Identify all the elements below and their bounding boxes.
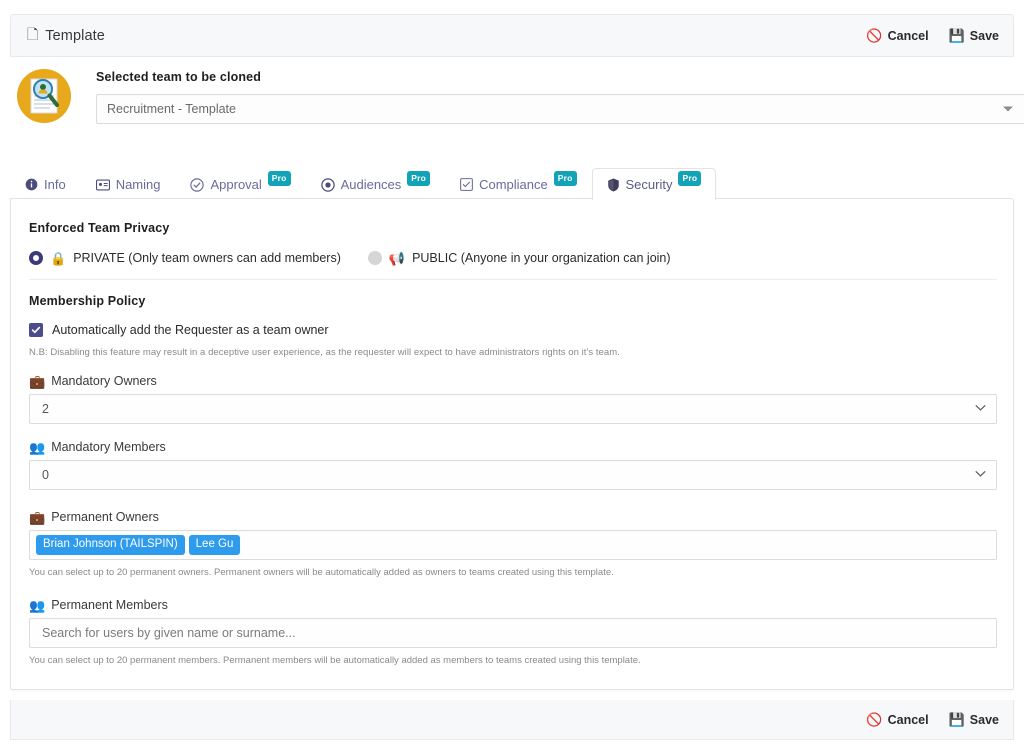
- target-icon: [320, 177, 335, 192]
- mandatory-members-label: Mandatory Members: [51, 440, 166, 454]
- radio-private[interactable]: [29, 251, 43, 265]
- shield-icon: [607, 178, 620, 192]
- tab-security-label: Security: [625, 177, 673, 192]
- permanent-members-placeholder: Search for users by given name or surnam…: [42, 626, 296, 640]
- footer-cancel-label: Cancel: [887, 712, 929, 727]
- team-select-group: Selected team to be cloned Recruitment -…: [96, 60, 1024, 124]
- page-title: Template: [45, 27, 105, 44]
- membership-policy-note: N.B: Disabling this feature may result i…: [29, 347, 620, 358]
- tab-security[interactable]: Security Pro: [591, 168, 717, 200]
- tab-info-label: Info: [44, 177, 66, 192]
- privacy-option-public-label: PUBLIC (Anyone in your organization can …: [412, 251, 671, 265]
- mandatory-members-label-row: 👥 Mandatory Members: [29, 440, 995, 454]
- floppy-disk-icon: 💾: [948, 28, 965, 43]
- auto-add-requester-label: Automatically add the Requester as a tea…: [52, 323, 329, 337]
- no-entry-icon: 🚫: [866, 712, 883, 727]
- permanent-members-label: Permanent Members: [51, 598, 168, 612]
- privacy-radio-group: 🔒 PRIVATE (Only team owners can add memb…: [29, 251, 995, 265]
- pro-badge: Pro: [407, 171, 431, 186]
- tab-approval-label: Approval: [210, 177, 262, 192]
- id-card-icon: [95, 179, 110, 191]
- permanent-members-hint: You can select up to 20 permanent member…: [29, 655, 641, 666]
- privacy-option-private[interactable]: 🔒 PRIVATE (Only team owners can add memb…: [29, 251, 341, 265]
- cancel-button-label: Cancel: [887, 28, 929, 43]
- mandatory-owners-select[interactable]: 2: [29, 394, 997, 424]
- membership-policy-title: Membership Policy: [29, 294, 146, 308]
- tab-audiences[interactable]: Audiences Pro: [306, 168, 446, 200]
- tab-bar: Info Naming Approval Pro Audiences Pro C…: [10, 166, 1014, 200]
- people-icon: 👥: [29, 597, 46, 613]
- top-toolbar: 🗋 Template 🚫 Cancel 💾 Save: [10, 14, 1014, 57]
- footer-bar: 🚫 Cancel 💾 Save: [10, 700, 1014, 740]
- toolbar-title-group: 🗋 Template: [27, 24, 105, 48]
- toolbar-actions: 🚫 Cancel 💾 Save: [866, 29, 999, 43]
- mandatory-members-select[interactable]: 0: [29, 460, 997, 490]
- tab-naming-label: Naming: [115, 177, 161, 192]
- businessperson-icon: 💼: [29, 509, 46, 525]
- tab-compliance[interactable]: Compliance Pro: [445, 168, 591, 200]
- footer-save-label: Save: [969, 712, 999, 727]
- pro-badge: Pro: [678, 171, 702, 186]
- chevron-down-icon: [975, 404, 986, 415]
- cancel-button[interactable]: 🚫 Cancel: [866, 29, 928, 43]
- mandatory-owners-label-row: 💼 Mandatory Owners: [29, 374, 995, 388]
- info-circle-icon: [25, 178, 38, 191]
- lock-icon: 🔒: [50, 250, 67, 266]
- save-button[interactable]: 💾 Save: [949, 29, 999, 43]
- caret-down-icon: [1003, 106, 1013, 112]
- floppy-disk-icon: 💾: [948, 712, 965, 727]
- tab-info[interactable]: Info: [10, 168, 81, 200]
- megaphone-icon: 📢: [388, 250, 406, 266]
- permanent-members-label-row: 👥 Permanent Members: [29, 598, 995, 612]
- tab-audiences-label: Audiences: [340, 177, 402, 192]
- permanent-members-input-wrap[interactable]: Search for users by given name or surnam…: [29, 618, 997, 648]
- privacy-option-public[interactable]: 📢 PUBLIC (Anyone in your organization ca…: [367, 250, 671, 266]
- mandatory-owners-value: 2: [42, 402, 49, 416]
- radio-public[interactable]: [367, 251, 382, 265]
- tab-naming[interactable]: Naming: [81, 168, 176, 200]
- tab-compliance-label: Compliance: [479, 177, 548, 192]
- permanent-owners-hint: You can select up to 20 permanent owners…: [29, 567, 614, 578]
- selected-team-value: Recruitment - Template: [107, 102, 236, 116]
- document-magnifier-logo: [12, 64, 76, 128]
- people-icon: 👥: [29, 439, 46, 455]
- checkbox-icon: [460, 178, 473, 191]
- auto-add-requester-checkbox-row[interactable]: Automatically add the Requester as a tea…: [29, 323, 995, 337]
- divider: [29, 279, 997, 280]
- permanent-owners-label-row: 💼 Permanent Owners: [29, 510, 995, 524]
- pro-badge: Pro: [267, 171, 291, 186]
- chevron-down-icon: [975, 470, 986, 481]
- check-circle-icon: [190, 177, 205, 192]
- copy-icon: 🗋: [27, 25, 39, 42]
- pro-badge: Pro: [553, 171, 577, 186]
- tab-approval[interactable]: Approval Pro: [175, 168, 305, 200]
- enforced-team-privacy-title: Enforced Team Privacy: [29, 221, 170, 235]
- permanent-owner-tag[interactable]: Brian Johnson (TAILSPIN): [36, 535, 185, 555]
- save-button-label: Save: [969, 28, 999, 43]
- auto-add-requester-checkbox[interactable]: [29, 323, 43, 337]
- template-header: Selected team to be cloned Recruitment -…: [10, 60, 1024, 138]
- selected-team-dropdown[interactable]: Recruitment - Template: [96, 94, 1024, 124]
- selected-team-label: Selected team to be cloned: [96, 70, 262, 84]
- permanent-owners-input[interactable]: Brian Johnson (TAILSPIN) Lee Gu: [29, 530, 997, 560]
- mandatory-members-value: 0: [42, 468, 49, 482]
- mandatory-owners-label: Mandatory Owners: [51, 374, 157, 388]
- permanent-owners-label: Permanent Owners: [51, 510, 159, 524]
- permanent-owner-tag[interactable]: Lee Gu: [188, 535, 241, 555]
- businessperson-icon: 💼: [29, 373, 46, 389]
- no-entry-icon: 🚫: [866, 28, 883, 43]
- privacy-option-private-label: PRIVATE (Only team owners can add member…: [73, 251, 341, 265]
- footer-cancel-button[interactable]: 🚫 Cancel: [866, 713, 928, 727]
- security-panel: Enforced Team Privacy 🔒 PRIVATE (Only te…: [10, 198, 1014, 690]
- footer-save-button[interactable]: 💾 Save: [949, 713, 999, 727]
